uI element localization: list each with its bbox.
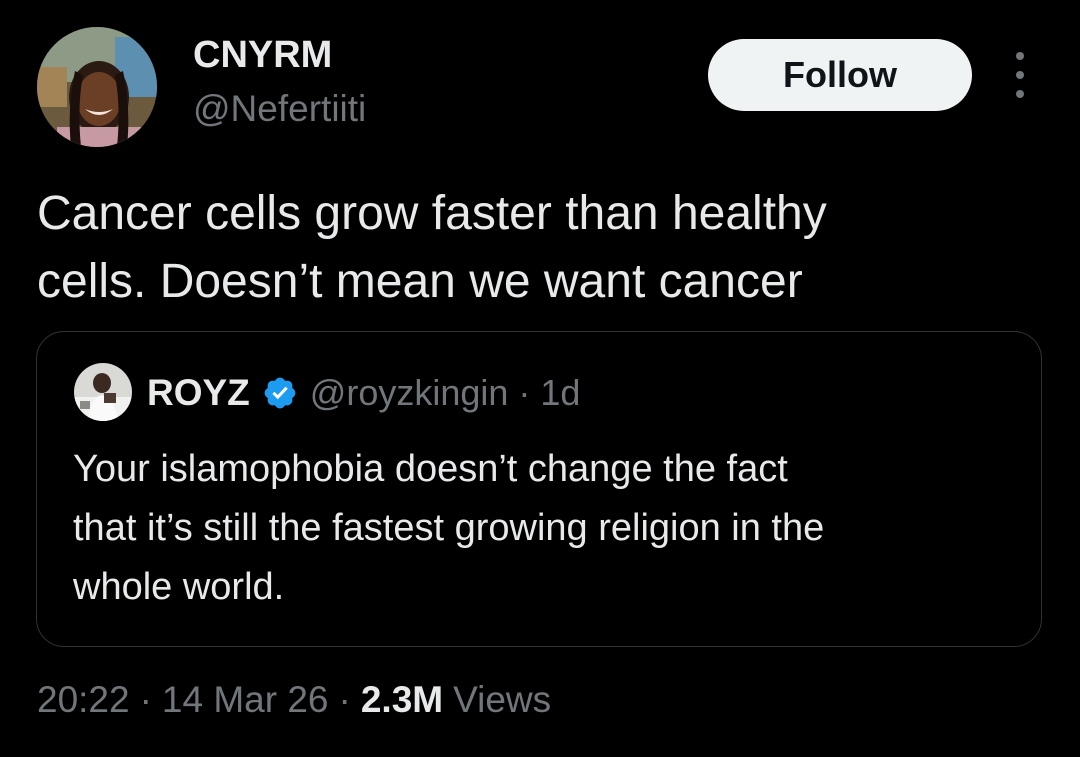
quoted-tweet-time[interactable]: 1d — [540, 372, 580, 414]
author-avatar[interactable] — [37, 27, 157, 147]
quoted-text-line: Your islamophobia doesn’t change the fac… — [73, 448, 788, 490]
quoted-author-handle[interactable]: @royzkingin — [310, 372, 509, 414]
quoted-tweet-text: Your islamophobia doesn’t change the fac… — [73, 440, 1023, 617]
tweet-text-line: Cancer cells grow faster than healthy — [37, 187, 827, 240]
quoted-author-name[interactable]: ROYZ — [147, 372, 250, 414]
author-avatar-image — [37, 27, 157, 147]
quoted-author-avatar[interactable] — [74, 363, 132, 421]
views-label: Views — [453, 679, 552, 720]
dot-separator: · — [338, 679, 351, 720]
more-options-button[interactable] — [1000, 52, 1040, 98]
quoted-tweet-card[interactable]: ROYZ @royzkingin · 1d Your islamophobia … — [36, 331, 1042, 647]
quoted-text-line: that it’s still the fastest growing reli… — [73, 507, 825, 549]
tweet-time[interactable]: 20:22 — [37, 679, 130, 721]
quoted-text-line: whole world. — [73, 566, 285, 608]
more-vertical-icon — [1016, 52, 1024, 60]
author-name[interactable]: CNYRM — [193, 34, 332, 77]
verified-badge-icon — [264, 377, 296, 409]
tweet: CNYRM @Nefertiiti Follow Cancer cells gr… — [0, 0, 1080, 757]
views-count[interactable]: 2.3M — [361, 679, 443, 721]
dot-separator: · — [518, 372, 531, 413]
author-handle[interactable]: @Nefertiiti — [193, 88, 366, 130]
quoted-author-row: ROYZ @royzkingin · 1d — [147, 368, 580, 418]
tweet-text: Cancer cells grow faster than healthy ce… — [37, 180, 1037, 316]
tweet-text-line: cells. Doesn’t mean we want cancer — [37, 255, 803, 308]
follow-button[interactable]: Follow — [708, 39, 972, 111]
tweet-date[interactable]: 14 Mar 26 — [162, 679, 329, 721]
quoted-author-avatar-image — [74, 363, 132, 421]
tweet-meta: 20:22 · 14 Mar 26 · 2.3M Views — [37, 674, 551, 726]
dot-separator: · — [139, 679, 152, 720]
